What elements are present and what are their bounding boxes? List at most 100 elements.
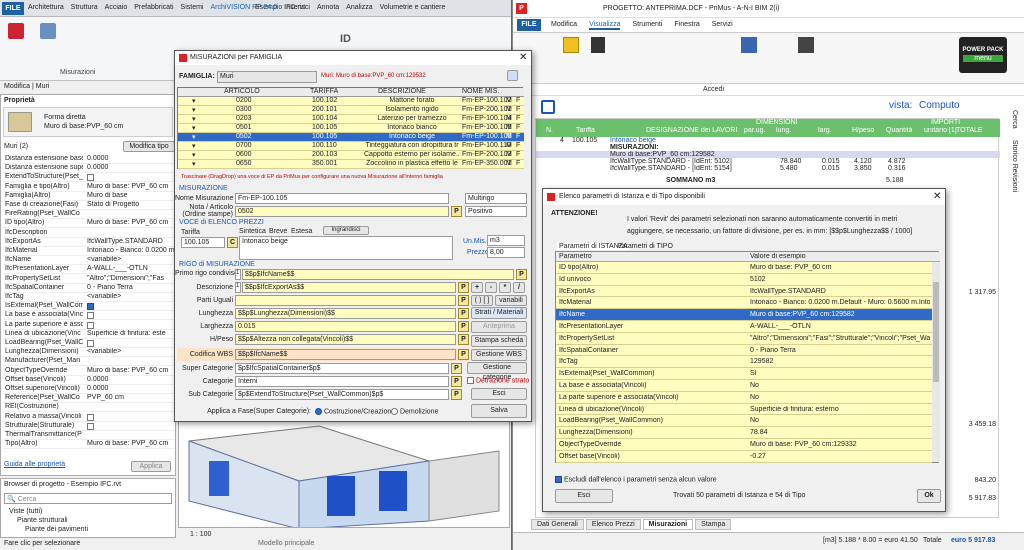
property-checkbox[interactable] <box>87 422 94 430</box>
measure-row[interactable]: ▾ 0200 100.102 Mattone forato Fm-EP-100.102 M… <box>178 97 524 106</box>
primus-tab[interactable]: Modifica <box>551 21 577 30</box>
descr-field[interactable]: $$p$IfcExportAs$$ <box>242 282 456 293</box>
primus-tab[interactable]: Visualizza <box>589 21 621 30</box>
larg-field[interactable]: 0.015 <box>235 321 456 332</box>
revit-tab[interactable]: Sistemi <box>181 4 204 11</box>
primus-tab[interactable]: Strumenti <box>632 21 662 30</box>
param-row[interactable]: IsExternal(Pset_WallCommon) SI <box>556 368 932 380</box>
property-row[interactable]: IfcTag <variabile> <box>3 293 175 302</box>
primus-file-tab[interactable]: FILE <box>517 19 541 31</box>
row-m[interactable]: M <box>506 142 512 149</box>
accedi-button[interactable]: Accedi <box>703 86 724 93</box>
property-row[interactable]: REI(Costruzione) <box>3 403 175 413</box>
row-dropdown-icon[interactable]: ▾ <box>192 133 196 141</box>
row-dropdown-icon[interactable]: ▾ <box>192 97 196 105</box>
row-dropdown-icon[interactable]: ▾ <box>192 124 196 132</box>
tariffa-c-button[interactable]: C <box>227 237 238 248</box>
nota-field[interactable]: 0502 <box>235 206 449 217</box>
row-dropdown-icon[interactable]: ▾ <box>192 106 196 114</box>
voce-desc-field[interactable]: Intonaco beige <box>239 236 453 260</box>
side-tab-storico[interactable]: Storico Revisioni <box>1011 140 1018 192</box>
primus-tab[interactable]: Servizi <box>712 21 733 30</box>
computo-icon[interactable] <box>741 37 757 53</box>
property-row[interactable]: ThermalTransmittance(P <box>3 431 175 440</box>
hpeso-p-button[interactable]: P <box>458 334 469 345</box>
row-m[interactable]: M <box>506 124 512 131</box>
row-f[interactable]: F <box>516 97 520 104</box>
wbs-field[interactable]: $$p$IfcName$$ <box>235 349 456 360</box>
property-row[interactable]: Linea di ubicazione(Vinc Superficie di fi… <box>3 330 175 339</box>
property-row[interactable]: IfcDescription <box>3 229 175 238</box>
vista-value[interactable]: Computo <box>919 100 960 111</box>
hpeso-field[interactable]: $$p$Altezza non collegata(Vincoli)$$ <box>235 334 456 345</box>
tab-sintetica[interactable]: Sintetica <box>239 228 266 235</box>
param-row[interactable]: ID tipo(Altro) Muro di base: PVP_60 cm <box>556 262 932 274</box>
modify-type-button[interactable]: Modifica tipo <box>123 141 175 152</box>
stampa-scheda-button[interactable]: Stampa scheda <box>471 335 527 347</box>
property-row[interactable]: FireRating(Pset_WallCo <box>3 210 175 220</box>
lung-p-button[interactable]: P <box>458 308 469 319</box>
measure-row[interactable]: ▾ 0700 100.110 Tinteggiatura con idropittur… <box>178 142 524 151</box>
params-ok-button[interactable]: Ok <box>917 489 941 503</box>
param-row[interactable]: Lunghezza(Dimensioni) 78.84 <box>556 427 932 439</box>
fase-radio-1[interactable]: Costruzione/Creazione <box>315 408 395 415</box>
params-esci-button[interactable]: Esci <box>555 489 613 503</box>
view-scale[interactable]: 1 : 100 <box>190 531 211 538</box>
cat-field[interactable]: Interni <box>235 376 449 387</box>
param-row[interactable]: IfcPresentationLayer A-WALL-___-OTLN <box>556 321 932 333</box>
family-tool1-icon[interactable] <box>507 70 518 81</box>
larg-p-button[interactable]: P <box>458 321 469 332</box>
revit-tab[interactable]: Volumetrie e cantiere <box>380 4 446 11</box>
sub-p-button[interactable]: P <box>451 389 462 400</box>
param-row[interactable]: La base è associata(Vincoli) No <box>556 380 932 392</box>
property-row[interactable]: IfcName <variabile> <box>3 256 175 266</box>
lista-prezzi-icon[interactable] <box>591 37 605 53</box>
property-row[interactable]: ExtendToStructure(Pset_ <box>3 173 175 183</box>
bottom-tab[interactable]: Misurazioni <box>642 519 694 530</box>
row-m[interactable]: M <box>506 151 512 158</box>
property-row[interactable]: Tipo(Altro) Muro di base: PVP_60 cm <box>3 440 175 450</box>
primo-spin[interactable]: 1 <box>235 269 241 280</box>
ribbon-id-icon[interactable]: ID <box>340 33 351 45</box>
property-row[interactable]: Offset superiore(Vincoli) 0.0000 <box>3 385 175 394</box>
super-field[interactable]: $p$IfcSpatialContainer$p$ <box>235 363 449 374</box>
op-button[interactable]: * <box>499 282 511 293</box>
lung-field[interactable]: $$p$Lunghezza(Dimensioni)$$ <box>235 308 456 319</box>
ribbon-stili-icon[interactable] <box>8 23 24 39</box>
property-row[interactable]: Famiglia(Altro) Muro di base <box>3 192 175 201</box>
tab-estesa[interactable]: Estesa <box>291 228 312 235</box>
tariffa-field[interactable]: 100.105 <box>181 237 225 248</box>
book-icon[interactable] <box>541 100 555 114</box>
param-row[interactable]: LoadBearing(Pset_WallCommon) No <box>556 415 932 428</box>
measure-line[interactable]: IfcWallType.STANDARD - [IdEnt: 5102] 78.8… <box>536 158 1000 165</box>
type-selector[interactable]: Forma diretta Muro di base:PVP_60 cm <box>3 107 173 137</box>
browser-item[interactable]: Piante strutturali <box>17 516 88 525</box>
fase-radio-2[interactable]: Demolizione <box>391 408 438 415</box>
revit-tab[interactable]: Architettura <box>28 4 64 11</box>
strati-button[interactable]: Strati / Materiali <box>471 307 527 319</box>
property-checkbox[interactable] <box>87 413 94 421</box>
property-row[interactable]: Famiglia e tipo(Altro) Muro di base: PVP_… <box>3 183 175 192</box>
param-row[interactable]: ObjectTypeOverride Muro di base: PVP_60 c… <box>556 439 932 451</box>
exclude-check[interactable]: Escludi dall'elenco i parametri senza al… <box>555 476 717 483</box>
cat-p-button[interactable]: P <box>451 376 462 387</box>
revit-tab[interactable]: Annota <box>317 4 339 11</box>
property-row[interactable]: La parte superiore è asso <box>3 321 175 330</box>
property-row[interactable]: Lunghezza(Dimensioni) <variabile> <box>3 348 175 358</box>
property-checkbox[interactable] <box>87 321 94 329</box>
param-row[interactable]: IfcName Muro di base:PVP_60 cm:129582 <box>556 309 932 321</box>
exclude-checkbox[interactable] <box>555 476 562 483</box>
dialog-close-icon[interactable]: ✕ <box>519 52 527 63</box>
measure-row[interactable]: ▾ 0501 100.105 Intonaco bianco Fm-EP-100.105… <box>178 124 524 133</box>
revit-tab[interactable]: Prefabbricati <box>134 4 173 11</box>
op-button[interactable]: - <box>485 282 497 293</box>
param-row[interactable]: IfcMaterial Intonaco - Bianco: 0.0200 m.D… <box>556 297 932 310</box>
measure-row[interactable]: ▾ 0300 200.101 Isolamento rigido Fm-EP-200.1… <box>178 106 524 115</box>
descr-p-button[interactable]: P <box>458 282 469 293</box>
row-f[interactable]: F <box>516 106 520 113</box>
salva-button[interactable]: Salva <box>471 404 527 418</box>
param-row[interactable]: IfcPropertySetList "Altro";"Dimensioni";"… <box>556 332 932 345</box>
prezzo-field[interactable]: 8,00 <box>487 247 525 258</box>
unmis-field[interactable]: m3 <box>487 235 525 246</box>
parti-p-button[interactable]: P <box>458 295 469 306</box>
